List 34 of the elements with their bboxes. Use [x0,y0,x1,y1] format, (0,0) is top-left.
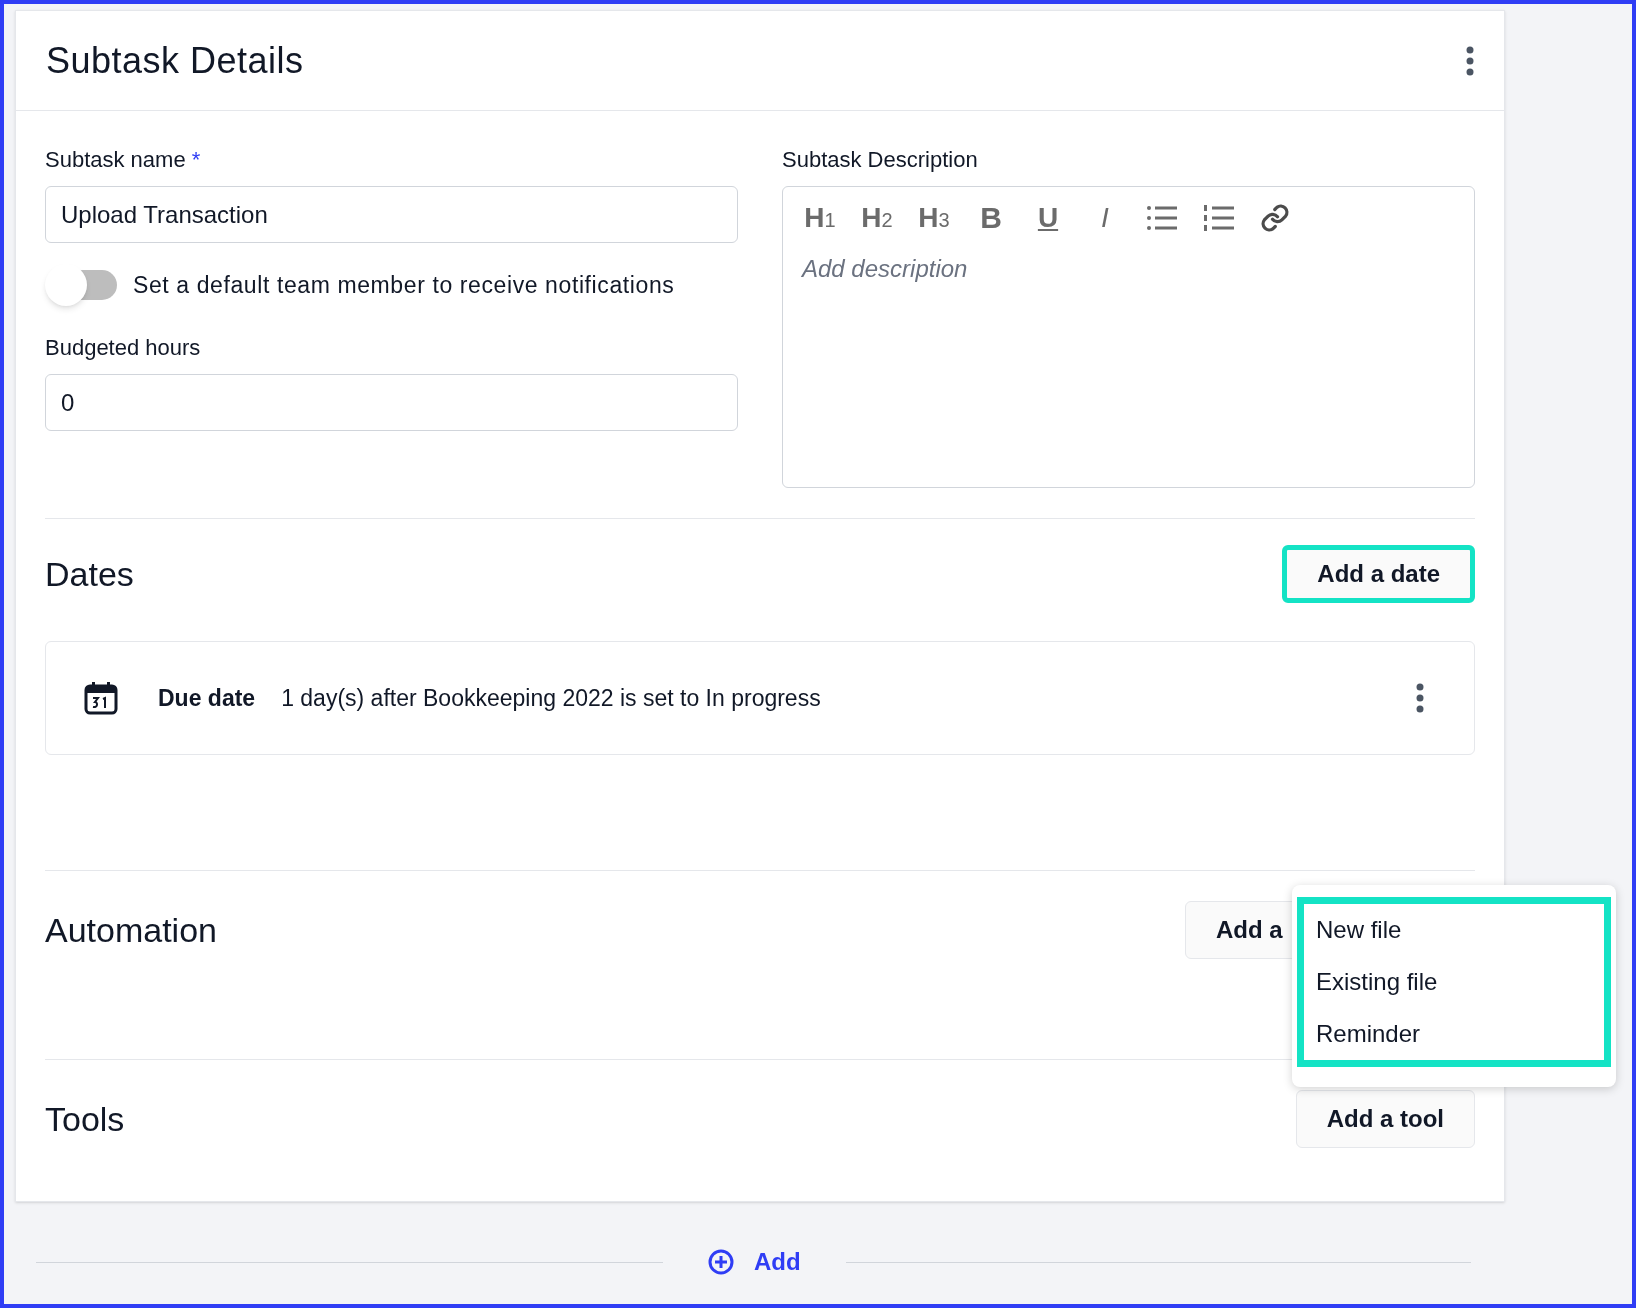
add-tool-button[interactable]: Add a tool [1295,1090,1475,1148]
menu-item[interactable]: Existing file [1316,964,1592,1000]
heading-button[interactable]: H2 [856,204,898,232]
add-button[interactable]: Add [708,1244,801,1280]
section-title: Dates [45,553,134,595]
field-label: Budgeted hours [45,334,202,362]
italic-button[interactable]: I [1084,204,1126,232]
more-options-icon[interactable] [1416,683,1424,713]
link-icon[interactable] [1260,203,1290,233]
date-rule: 1 day(s) after Bookkeeping 2022 is set to In progress [281,683,821,713]
calendar-icon [84,681,118,715]
section-title: Automation [45,909,217,951]
bold-button[interactable]: B [970,203,1012,233]
bullet-list-icon[interactable] [1146,204,1178,232]
menu-item[interactable]: New file [1316,912,1592,948]
panel-title: Subtask Details [46,38,304,83]
name-field[interactable]: Upload Transaction [45,186,738,243]
field-label: Subtask name * [45,146,202,174]
toggle-label: Set a default team member to receive notifications [133,270,675,300]
more-options-icon[interactable] [1466,45,1474,76]
description-editor[interactable]: H1 H2 H3 B U I Add description [782,186,1475,488]
heading-button[interactable]: H1 [799,204,841,232]
notify-toggle[interactable] [45,263,119,307]
add-date-button[interactable]: Add a date [1282,545,1475,603]
heading-button[interactable]: H3 [913,204,955,232]
plus-circle-icon [708,1249,734,1275]
section-title: Tools [45,1098,125,1140]
hours-field[interactable]: 0 [45,374,738,431]
description-placeholder: Add description [802,254,969,284]
field-label: Subtask Description [782,146,979,174]
numbered-list-icon[interactable] [1203,204,1235,232]
date-label: Due date [158,683,256,713]
underline-button[interactable]: U [1027,204,1069,232]
menu-item[interactable]: Reminder [1316,1016,1592,1052]
